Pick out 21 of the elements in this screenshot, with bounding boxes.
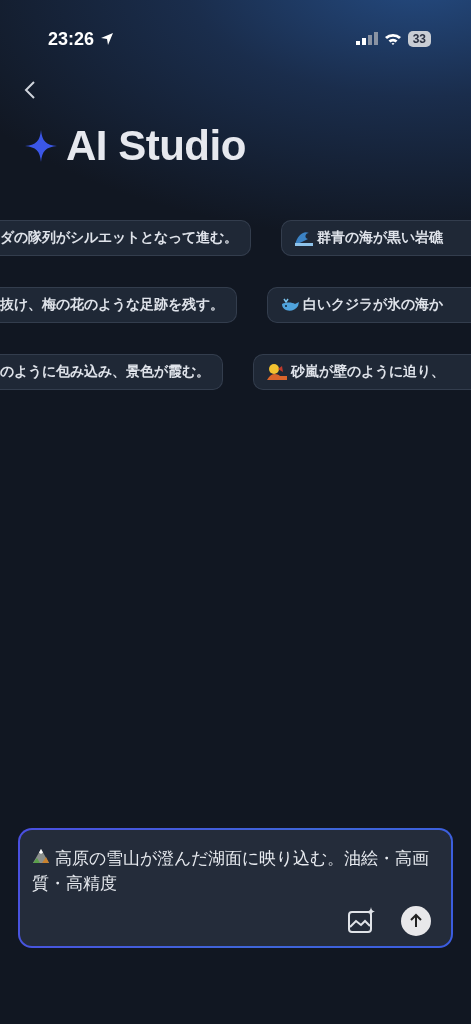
desert-icon [266,363,288,381]
suggestion-chip[interactable]: 抜け、梅の花のような足跡を残す。 [0,287,237,323]
suggestion-chip[interactable]: ダの隊列がシルエットとなって進む。 [0,220,251,256]
image-generate-button[interactable] [347,907,377,935]
suggestion-chip[interactable]: のように包み込み、景色が霞む。 [0,354,223,390]
suggestion-chip[interactable]: 群青の海が黒い岩礁 [281,220,471,256]
prompt-text: 高原の雪山が澄んだ湖面に映り込む。油絵・高画質・高精度 [32,846,431,895]
image-sparkle-icon [347,907,377,935]
prompt-field[interactable]: 高原の雪山が澄んだ湖面に映り込む。油絵・高画質・高精度 [18,828,453,948]
signal-icon [355,32,378,46]
wifi-icon [383,32,402,46]
send-button[interactable] [401,906,431,936]
page-title: AI Studio [66,122,246,170]
battery-indicator: 33 [407,31,431,47]
status-time: 23:26 [48,28,95,50]
whale-icon [280,296,300,314]
arrow-up-icon [409,913,423,929]
location-arrow-icon [100,32,115,46]
suggestion-chip[interactable]: 砂嵐が壁のように迫り、 [253,354,471,390]
suggestion-chip[interactable]: 白いクジラが氷の海か [267,287,471,323]
wave-icon [294,229,314,247]
